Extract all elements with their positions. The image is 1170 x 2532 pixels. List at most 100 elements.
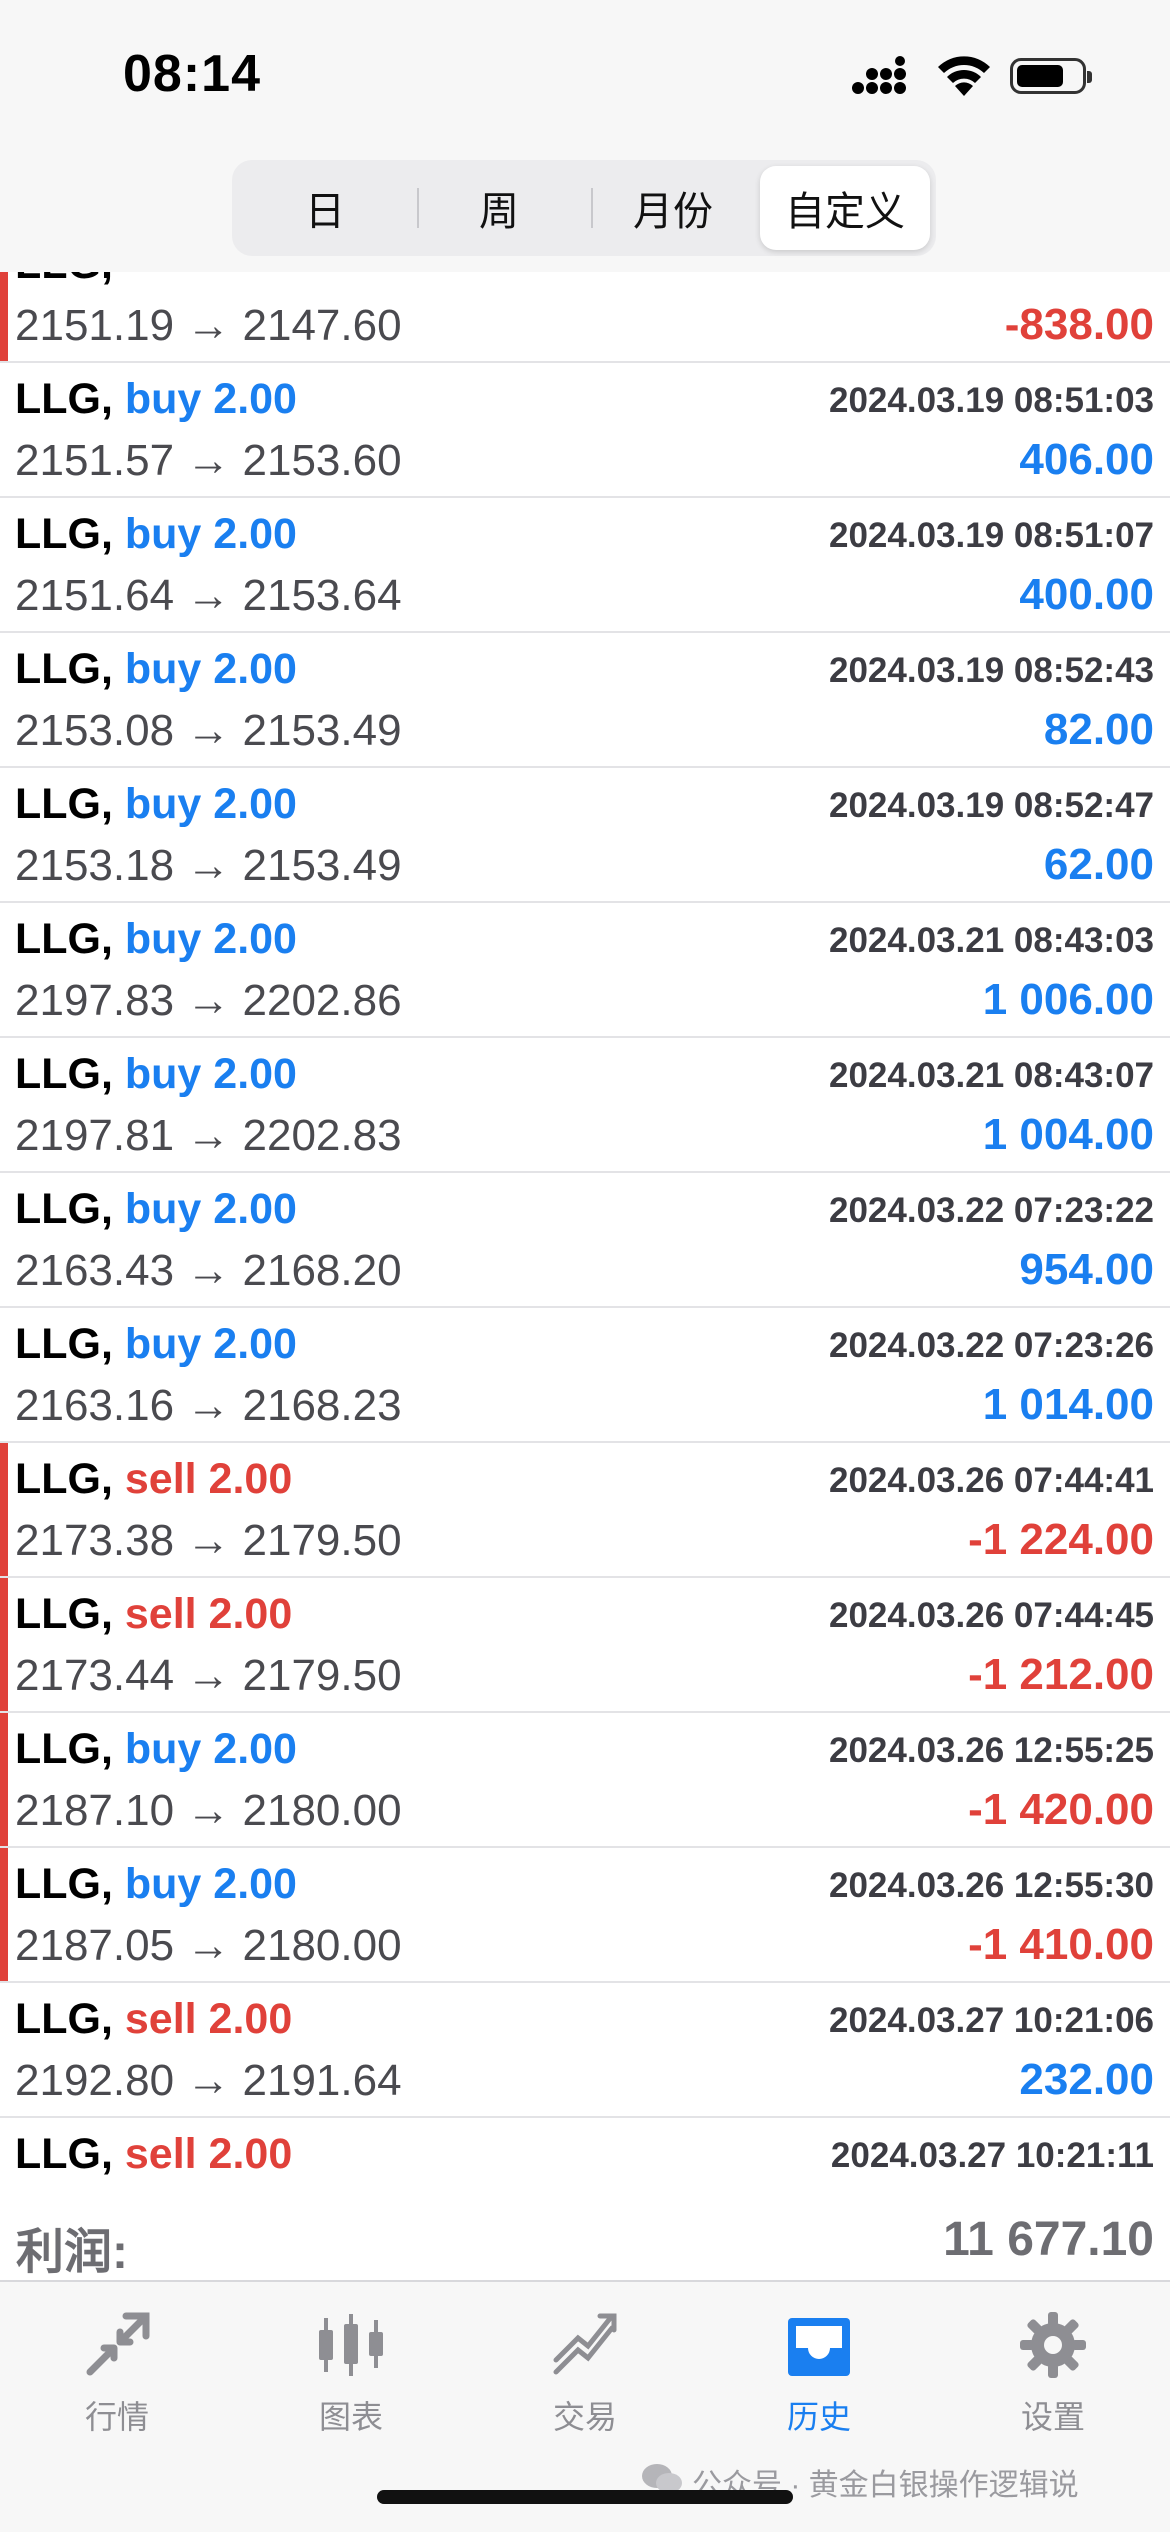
- trade-prices: 2153.08 → 2153.49: [15, 706, 402, 755]
- trade-prices: 2187.05 → 2180.00: [15, 1921, 402, 1970]
- trade-profit: -1 224.00: [968, 1515, 1154, 1564]
- trade-prices: 2163.43 → 2168.20: [15, 1246, 402, 1295]
- history-list[interactable]: LLG, 2151.19 → 2147.60 -838.00 LLG, buy …: [0, 272, 1170, 2232]
- history-row[interactable]: LLG, buy 2.00 2024.03.19 08:52:47 2153.1…: [0, 768, 1170, 903]
- segment-week[interactable]: 周: [412, 166, 586, 250]
- cellular-signal-icon: [852, 56, 906, 94]
- history-row[interactable]: LLG, 2151.19 → 2147.60 -838.00: [0, 272, 1170, 363]
- symbol-text: LLG,: [15, 780, 113, 828]
- trade-prices: 2173.44 → 2179.50: [15, 1651, 402, 1700]
- tab-trade[interactable]: 交易: [468, 2302, 702, 2442]
- total-profit-label: 利润:: [16, 2226, 128, 2279]
- tab-chart[interactable]: 图表: [234, 2302, 468, 2442]
- trade-datetime: 2024.03.26 12:55:30: [829, 1866, 1154, 1905]
- trade-profit: 62.00: [1043, 840, 1154, 889]
- history-row[interactable]: LLG, buy 2.00 2024.03.19 08:51:07 2151.6…: [0, 498, 1170, 633]
- trade-prices: 2151.64 → 2153.64: [15, 571, 402, 620]
- trade-datetime: 2024.03.21 08:43:07: [829, 1056, 1154, 1095]
- symbol-text: LLG,: [15, 1590, 113, 1638]
- trade-type: buy 2.00: [124, 1050, 297, 1098]
- trade-datetime: 2024.03.26 07:44:45: [829, 1596, 1154, 1635]
- history-row[interactable]: LLG, buy 2.00 2024.03.26 12:55:25 2187.1…: [0, 1713, 1170, 1848]
- trade-profit: -838.00: [1004, 300, 1154, 349]
- trade-profit: -1 420.00: [968, 1785, 1154, 1834]
- candlestick-chart-icon: [319, 2314, 383, 2376]
- history-row[interactable]: LLG, buy 2.00 2024.03.21 08:43:07 2197.8…: [0, 1038, 1170, 1173]
- trade-datetime: 2024.03.22 07:23:26: [829, 1326, 1154, 1365]
- segment-month[interactable]: 月份: [586, 166, 760, 250]
- trade-datetime: 2024.03.21 08:43:03: [829, 921, 1154, 960]
- trade-type: sell 2.00: [124, 1590, 293, 1638]
- trade-datetime: 2024.03.19 08:51:03: [829, 381, 1154, 420]
- symbol-text: LLG,: [15, 2130, 113, 2178]
- symbol-text: LLG,: [15, 272, 113, 288]
- history-row[interactable]: LLG, buy 2.00 2024.03.26 12:55:30 2187.0…: [0, 1848, 1170, 1983]
- trade-datetime: 2024.03.19 08:52:47: [829, 786, 1154, 825]
- wifi-icon: [938, 56, 990, 96]
- trade-profit: 1 014.00: [982, 1380, 1154, 1429]
- history-row[interactable]: LLG, sell 2.00 2024.03.26 07:44:45 2173.…: [0, 1578, 1170, 1713]
- trade-datetime: 2024.03.26 12:55:25: [829, 1731, 1154, 1770]
- history-row[interactable]: LLG, buy 2.00 2024.03.22 07:23:22 2163.4…: [0, 1173, 1170, 1308]
- total-profit-row: 利润: 11 677.10: [0, 2190, 1170, 2280]
- symbol-text: LLG,: [15, 1860, 113, 1908]
- segment-custom[interactable]: 自定义: [760, 166, 930, 250]
- trade-profit: 232.00: [1019, 2055, 1154, 2104]
- history-row[interactable]: LLG, buy 2.00 2024.03.22 07:23:26 2163.1…: [0, 1308, 1170, 1443]
- symbol-text: LLG,: [15, 1725, 113, 1773]
- trade-type: buy 2.00: [124, 1860, 297, 1908]
- trade-type: buy 2.00: [124, 510, 297, 558]
- trade-type: sell 2.00: [124, 1455, 293, 1503]
- trade-prices: 2153.18 → 2153.49: [15, 841, 402, 890]
- trade-prices: 2151.19 → 2147.60: [15, 301, 402, 350]
- trade-symbol: LLG, sell 2.00: [15, 1995, 292, 2044]
- trade-symbol: LLG, buy 2.00: [15, 780, 297, 829]
- home-indicator[interactable]: [377, 2490, 793, 2504]
- trade-symbol: LLG, buy 2.00: [15, 1320, 297, 1369]
- trade-trend-icon: [553, 2313, 617, 2375]
- symbol-text: LLG,: [15, 510, 113, 558]
- trade-profit: 1 004.00: [982, 1110, 1154, 1159]
- period-segmented-control: 日 周 月份 自定义: [232, 160, 936, 256]
- tab-settings[interactable]: 设置: [936, 2302, 1170, 2442]
- trade-datetime: 2024.03.27 10:21:11: [830, 2136, 1154, 2175]
- trade-symbol: LLG,: [15, 272, 113, 289]
- history-row[interactable]: LLG, buy 2.00 2024.03.19 08:51:03 2151.5…: [0, 363, 1170, 498]
- quotes-arrows-icon: [86, 2312, 150, 2376]
- tab-quotes[interactable]: 行情: [0, 2302, 234, 2442]
- trade-datetime: 2024.03.27 10:21:06: [829, 2001, 1154, 2040]
- trade-prices: 2197.83 → 2202.86: [15, 976, 402, 1025]
- trade-symbol: LLG, buy 2.00: [15, 375, 297, 424]
- trade-profit: 954.00: [1019, 1245, 1154, 1294]
- trade-type: buy 2.00: [124, 645, 297, 693]
- tab-history-label: 历史: [786, 2399, 851, 2435]
- trade-symbol: LLG, buy 2.00: [15, 1185, 297, 1234]
- battery-icon: [1010, 58, 1092, 94]
- trade-prices: 2197.81 → 2202.83: [15, 1111, 402, 1160]
- trade-profit: 406.00: [1019, 435, 1154, 484]
- tab-history[interactable]: 历史: [702, 2302, 936, 2442]
- trade-symbol: LLG, buy 2.00: [15, 915, 297, 964]
- tab-chart-label: 图表: [318, 2399, 383, 2435]
- trade-type: buy 2.00: [124, 1320, 297, 1368]
- symbol-text: LLG,: [15, 1050, 113, 1098]
- history-row[interactable]: LLG, buy 2.00 2024.03.19 08:52:43 2153.0…: [0, 633, 1170, 768]
- segment-day[interactable]: 日: [238, 166, 412, 250]
- trade-profit: 400.00: [1019, 570, 1154, 619]
- trade-type: sell 2.00: [124, 1995, 293, 2043]
- trade-datetime: 2024.03.19 08:52:43: [829, 651, 1154, 690]
- trade-symbol: LLG, buy 2.00: [15, 645, 297, 694]
- status-time: 08:14: [123, 45, 261, 103]
- history-row[interactable]: LLG, sell 2.00 2024.03.27 10:21:06 2192.…: [0, 1983, 1170, 2118]
- status-bar: 08:14: [0, 0, 1170, 150]
- tab-settings-label: 设置: [1020, 2399, 1085, 2435]
- trade-symbol: LLG, buy 2.00: [15, 510, 297, 559]
- history-row[interactable]: LLG, sell 2.00 2024.03.26 07:44:41 2173.…: [0, 1443, 1170, 1578]
- symbol-text: LLG,: [15, 1455, 113, 1503]
- symbol-text: LLG,: [15, 645, 113, 693]
- trade-datetime: 2024.03.22 07:23:22: [829, 1191, 1154, 1230]
- total-profit-value: 11 677.10: [943, 2213, 1154, 2266]
- symbol-text: LLG,: [15, 375, 113, 423]
- history-row[interactable]: LLG, buy 2.00 2024.03.21 08:43:03 2197.8…: [0, 903, 1170, 1038]
- symbol-text: LLG,: [15, 1995, 113, 2043]
